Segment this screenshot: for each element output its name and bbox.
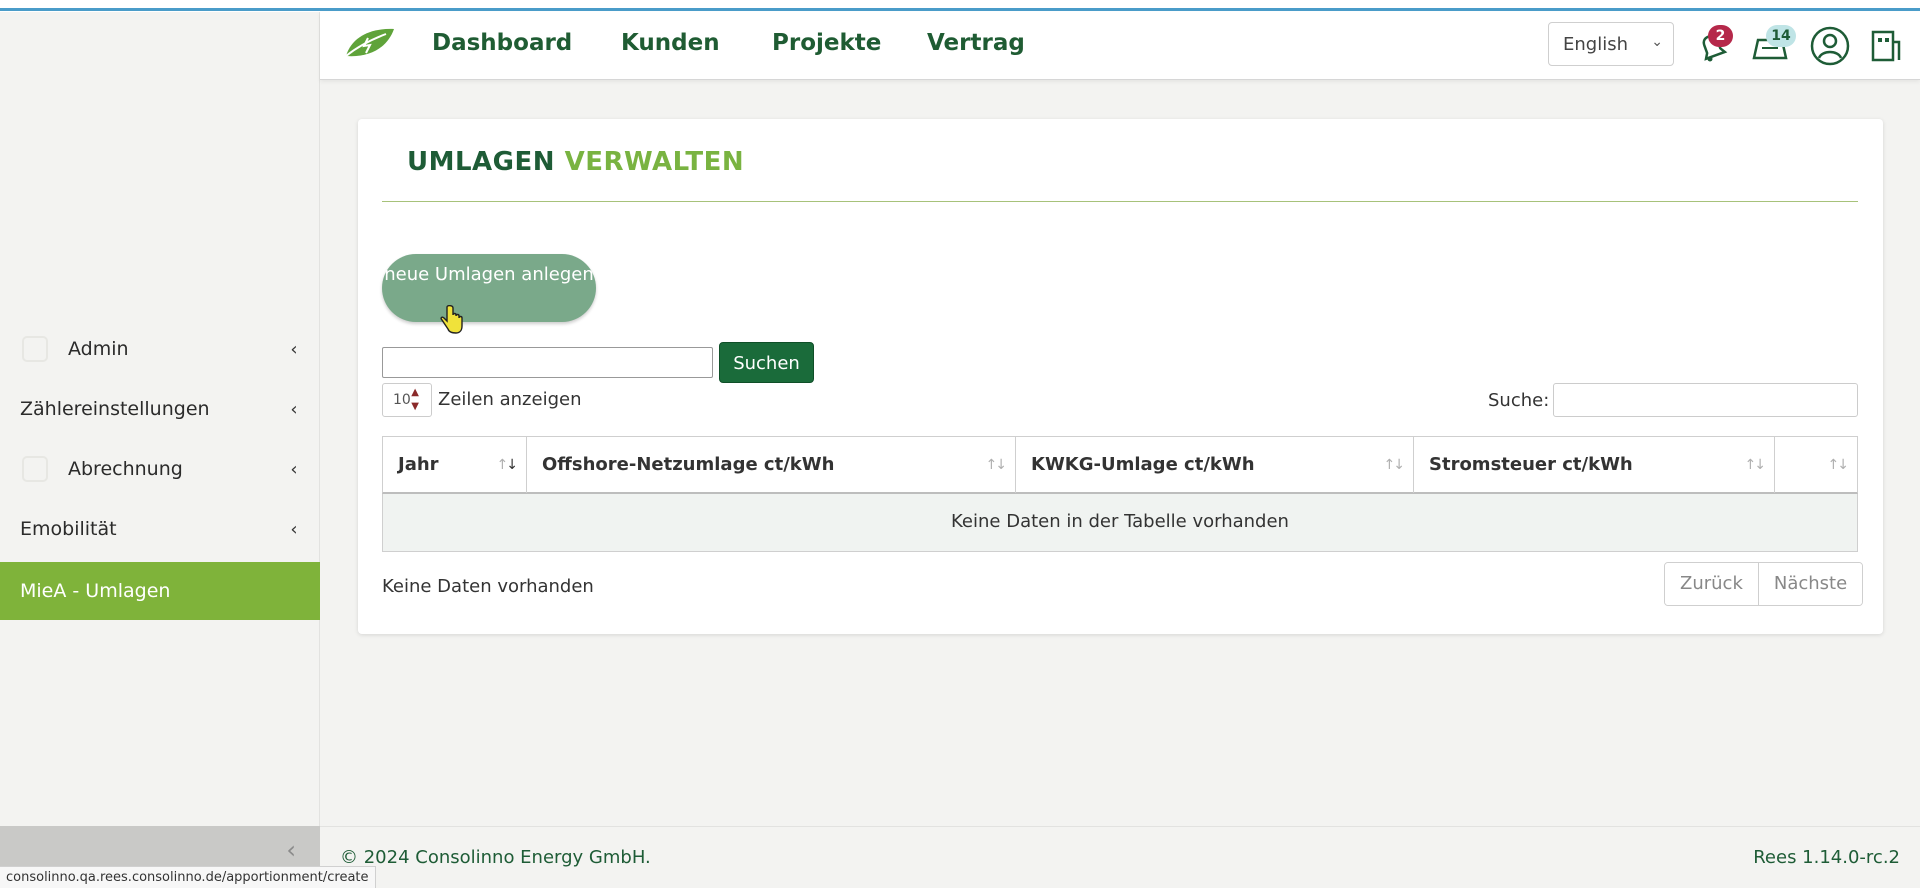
sort-icon: ↑↓ (1744, 457, 1767, 473)
table-filter-input[interactable] (1553, 383, 1858, 417)
nav-projekte[interactable]: Projekte (772, 30, 881, 56)
sidebar-item-miea-umlagen[interactable]: MieA - Umlagen (0, 562, 320, 620)
admin-icon (22, 336, 48, 362)
sidebar: Admin ‹ Zählereinstellungen ‹ Abrechnung… (0, 12, 320, 826)
column-header-offshore[interactable]: Offshore-Netzumlage ct/kWh ↑↓ (527, 437, 1016, 493)
table-info: Keine Daten vorhanden (382, 576, 594, 597)
sidebar-item-label: Zählereinstellungen (20, 398, 210, 420)
spinner-arrows-icon: ▲ ▼ (411, 387, 419, 412)
sidebar-item-emobilitaet[interactable]: Emobilität ‹ (0, 500, 320, 558)
chevron-left-icon: ‹ (290, 398, 298, 420)
nav-kunden[interactable]: Kunden (621, 30, 720, 56)
search-button[interactable]: Suchen (719, 342, 814, 383)
page-loading-bar (0, 0, 1920, 12)
language-select-value: English (1563, 33, 1628, 55)
column-header-label: Stromsteuer ct/kWh (1429, 454, 1633, 475)
column-header-actions[interactable]: ↑↓ (1775, 437, 1857, 493)
pagination-next-button[interactable]: Nächste (1757, 563, 1863, 605)
collapse-sidebar-icon[interactable]: ‹ (286, 836, 296, 864)
table-filter-label: Suche: (1488, 390, 1550, 411)
version-text: Rees 1.14.0-rc.2 (1753, 847, 1900, 868)
page-length-label: Zeilen anzeigen (438, 389, 582, 410)
column-header-kwkg[interactable]: KWKG-Umlage ct/kWh ↑↓ (1016, 437, 1414, 493)
hand-cursor-icon (440, 305, 463, 334)
sidebar-item-abrechnung[interactable]: Abrechnung ‹ (0, 440, 320, 498)
user-avatar-icon[interactable] (1810, 26, 1850, 66)
sort-icon: ↑↓ (1827, 457, 1850, 473)
page-title-part1: UMLAGEN (407, 147, 556, 177)
pagination: Zurück Nächste (1664, 562, 1864, 606)
building-icon[interactable] (1865, 26, 1905, 66)
sidebar-item-label: MieA - Umlagen (20, 580, 171, 602)
column-header-label: Offshore-Netzumlage ct/kWh (542, 454, 835, 475)
sidebar-item-label: Admin (68, 338, 129, 360)
chevron-down-icon: ⌄ (1651, 34, 1663, 50)
notification-count-badge: 2 (1708, 25, 1733, 47)
title-divider (382, 201, 1858, 202)
umlagen-card: UMLAGEN VERWALTEN neue Umlagen anlegen S… (358, 119, 1883, 634)
column-header-jahr[interactable]: Jahr ↑↓ (383, 437, 527, 493)
page-title-part2: VERWALTEN (564, 147, 745, 177)
page-length-select[interactable]: 10 ▲ ▼ (382, 383, 432, 417)
brand-logo[interactable] (342, 26, 396, 60)
sidebar-item-zaehlereinstellungen[interactable]: Zählereinstellungen ‹ (0, 380, 320, 438)
sort-icon: ↑↓ (1383, 457, 1406, 473)
sort-icon: ↑↓ (496, 457, 518, 473)
sidebar-item-label: Abrechnung (68, 458, 183, 480)
search-input[interactable] (382, 347, 713, 378)
message-count-badge: 14 (1766, 25, 1796, 47)
column-header-label: Jahr (398, 454, 439, 475)
top-navbar: Dashboard Kunden Projekte Vertrag Englis… (320, 12, 1920, 80)
pagination-previous-button[interactable]: Zurück (1665, 563, 1758, 605)
language-select[interactable]: English ⌄ (1548, 22, 1674, 66)
page-length-value: 10 (393, 392, 411, 408)
sort-icon: ↑↓ (985, 457, 1008, 473)
nav-dashboard[interactable]: Dashboard (432, 30, 572, 56)
nav-vertrag[interactable]: Vertrag (927, 30, 1025, 56)
billing-icon (22, 456, 48, 482)
chevron-left-icon: ‹ (290, 518, 298, 540)
sidebar-item-label: Emobilität (20, 518, 117, 540)
sidebar-item-admin[interactable]: Admin ‹ (0, 320, 320, 378)
footer: © 2024 Consolinno Energy GmbH. Rees 1.14… (320, 826, 1920, 888)
umlagen-table: Jahr ↑↓ Offshore-Netzumlage ct/kWh ↑↓ KW… (382, 436, 1858, 552)
chevron-left-icon: ‹ (290, 458, 298, 480)
column-header-stromsteuer[interactable]: Stromsteuer ct/kWh ↑↓ (1414, 437, 1775, 493)
new-umlagen-button[interactable]: neue Umlagen anlegen (382, 254, 596, 322)
table-empty-row: Keine Daten in der Tabelle vorhanden (382, 494, 1858, 552)
browser-status-url: consolinno.qa.rees.consolinno.de/apporti… (0, 866, 376, 888)
page-title: UMLAGEN VERWALTEN (407, 147, 744, 177)
copyright-text: © 2024 Consolinno Energy GmbH. (340, 847, 651, 868)
column-header-label: KWKG-Umlage ct/kWh (1031, 454, 1255, 475)
table-header-row: Jahr ↑↓ Offshore-Netzumlage ct/kWh ↑↓ KW… (382, 436, 1858, 494)
chevron-left-icon: ‹ (290, 338, 298, 360)
